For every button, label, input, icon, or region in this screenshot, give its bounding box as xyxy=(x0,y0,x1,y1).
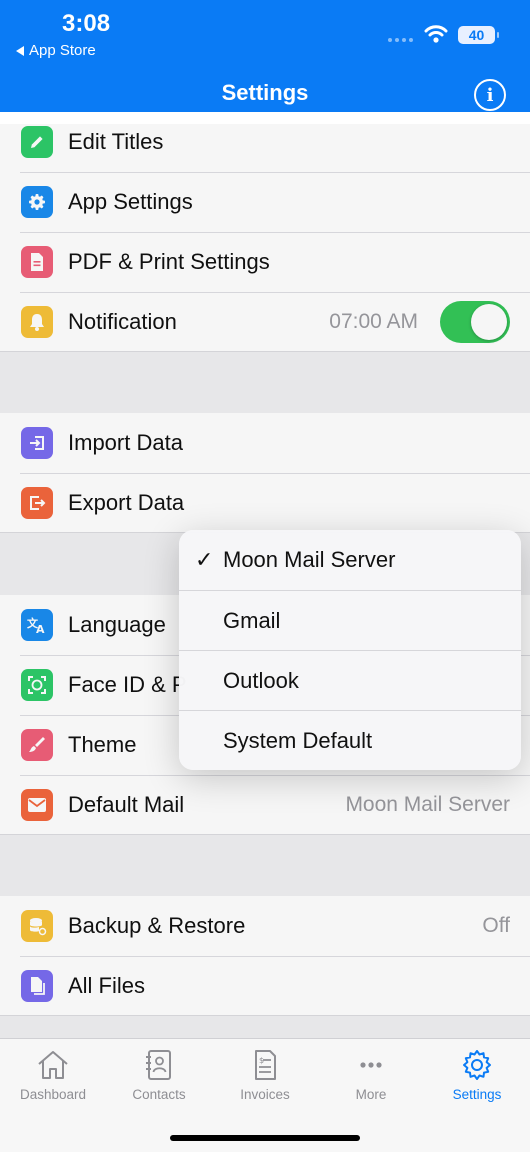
row-label: PDF & Print Settings xyxy=(68,249,270,274)
gear-icon xyxy=(463,1050,491,1080)
tab-label: Contacts xyxy=(132,1087,186,1102)
tab-contacts[interactable]: Contacts xyxy=(106,1049,212,1102)
settings-row-all-files[interactable]: All Files xyxy=(0,956,530,1016)
files-icon xyxy=(21,970,53,1002)
notification-toggle[interactable] xyxy=(440,301,510,343)
home-indicator[interactable] xyxy=(170,1135,360,1141)
menu-option-gmail[interactable]: Gmail xyxy=(179,590,521,650)
notification-time[interactable]: 07:00 AM xyxy=(329,310,418,334)
settings-row-export-data[interactable]: Export Data xyxy=(0,473,530,533)
backup-status-value: Off xyxy=(482,914,510,937)
data-group: Import Data Export Data xyxy=(0,413,530,533)
house-icon xyxy=(38,1051,68,1079)
row-label: Language xyxy=(68,612,166,637)
default-mail-menu: ✓ Moon Mail Server Gmail Outlook System … xyxy=(179,530,521,770)
gear-icon xyxy=(21,186,53,218)
tab-label: More xyxy=(355,1087,387,1102)
menu-option-moon-mail[interactable]: ✓ Moon Mail Server xyxy=(179,530,521,590)
document-icon xyxy=(21,246,53,278)
status-time: 3:08 xyxy=(62,10,111,37)
row-label: Notification xyxy=(68,309,177,334)
invoice-icon: $ xyxy=(255,1050,276,1080)
storage-group: Backup & Restore Off All Files xyxy=(0,896,530,1016)
menu-option-label: Moon Mail Server xyxy=(223,547,396,572)
tab-more[interactable]: More xyxy=(318,1049,424,1102)
settings-row-default-mail[interactable]: Default Mail Moon Mail Server xyxy=(0,775,530,835)
translate-icon: 文A xyxy=(21,609,53,641)
settings-row-app-settings[interactable]: App Settings xyxy=(0,172,530,232)
menu-option-outlook[interactable]: Outlook xyxy=(179,650,521,710)
settings-row-notification[interactable]: Notification 07:00 AM xyxy=(0,292,530,352)
bell-icon xyxy=(21,306,53,338)
row-label: Face ID & P xyxy=(68,672,187,697)
import-icon xyxy=(21,427,53,459)
address-book-icon xyxy=(146,1050,171,1080)
tab-bar: Dashboard Contacts $ Invoices More Setti… xyxy=(0,1038,530,1152)
row-label: App Settings xyxy=(68,189,193,214)
menu-option-label: Gmail xyxy=(223,607,281,633)
back-app-label: App Store xyxy=(29,42,96,59)
navigation-header: 3:08 App Store 40 Settings i xyxy=(0,0,530,124)
default-mail-value: Moon Mail Server xyxy=(345,793,510,816)
tab-label: Invoices xyxy=(240,1087,290,1102)
battery-indicator: 40 xyxy=(458,26,499,44)
export-icon xyxy=(21,487,53,519)
ellipsis-icon xyxy=(360,1062,382,1068)
menu-option-system-default[interactable]: System Default xyxy=(179,710,521,770)
wifi-icon xyxy=(424,25,448,43)
back-arrow-icon xyxy=(16,45,24,56)
tab-dashboard[interactable]: Dashboard xyxy=(0,1049,106,1102)
menu-option-label: Outlook xyxy=(223,667,299,693)
row-label: Theme xyxy=(68,732,137,757)
signal-icon xyxy=(388,38,413,42)
page-title: Settings xyxy=(221,80,309,105)
settings-row-pdf-print[interactable]: PDF & Print Settings xyxy=(0,232,530,292)
pencil-icon xyxy=(21,126,53,158)
tab-label: Settings xyxy=(452,1087,502,1102)
svg-text:A: A xyxy=(36,623,45,635)
face-id-icon xyxy=(21,669,53,701)
mail-icon xyxy=(21,789,53,821)
back-to-app-store[interactable]: App Store xyxy=(16,42,96,59)
settings-row-edit-titles[interactable]: Edit Titles xyxy=(0,112,530,172)
settings-row-import-data[interactable]: Import Data xyxy=(0,413,530,473)
row-label: Default Mail xyxy=(68,792,185,817)
row-label: Edit Titles xyxy=(68,129,164,154)
menu-option-label: System Default xyxy=(223,727,373,753)
row-label: Export Data xyxy=(68,490,185,515)
row-label: All Files xyxy=(68,973,146,998)
tab-settings[interactable]: Settings xyxy=(424,1049,530,1102)
info-icon[interactable]: i xyxy=(474,79,506,111)
brush-icon xyxy=(21,729,53,761)
tab-label: Dashboard xyxy=(19,1087,87,1102)
row-label: Backup & Restore xyxy=(68,913,246,938)
row-label: Import Data xyxy=(68,430,183,455)
settings-row-backup-restore[interactable]: Backup & Restore Off xyxy=(0,896,530,956)
checkmark-icon: ✓ xyxy=(195,547,214,572)
database-icon xyxy=(21,910,53,942)
tab-invoices[interactable]: $ Invoices xyxy=(212,1049,318,1102)
general-settings-group: Edit Titles App Settings PDF & Print Set… xyxy=(0,112,530,352)
